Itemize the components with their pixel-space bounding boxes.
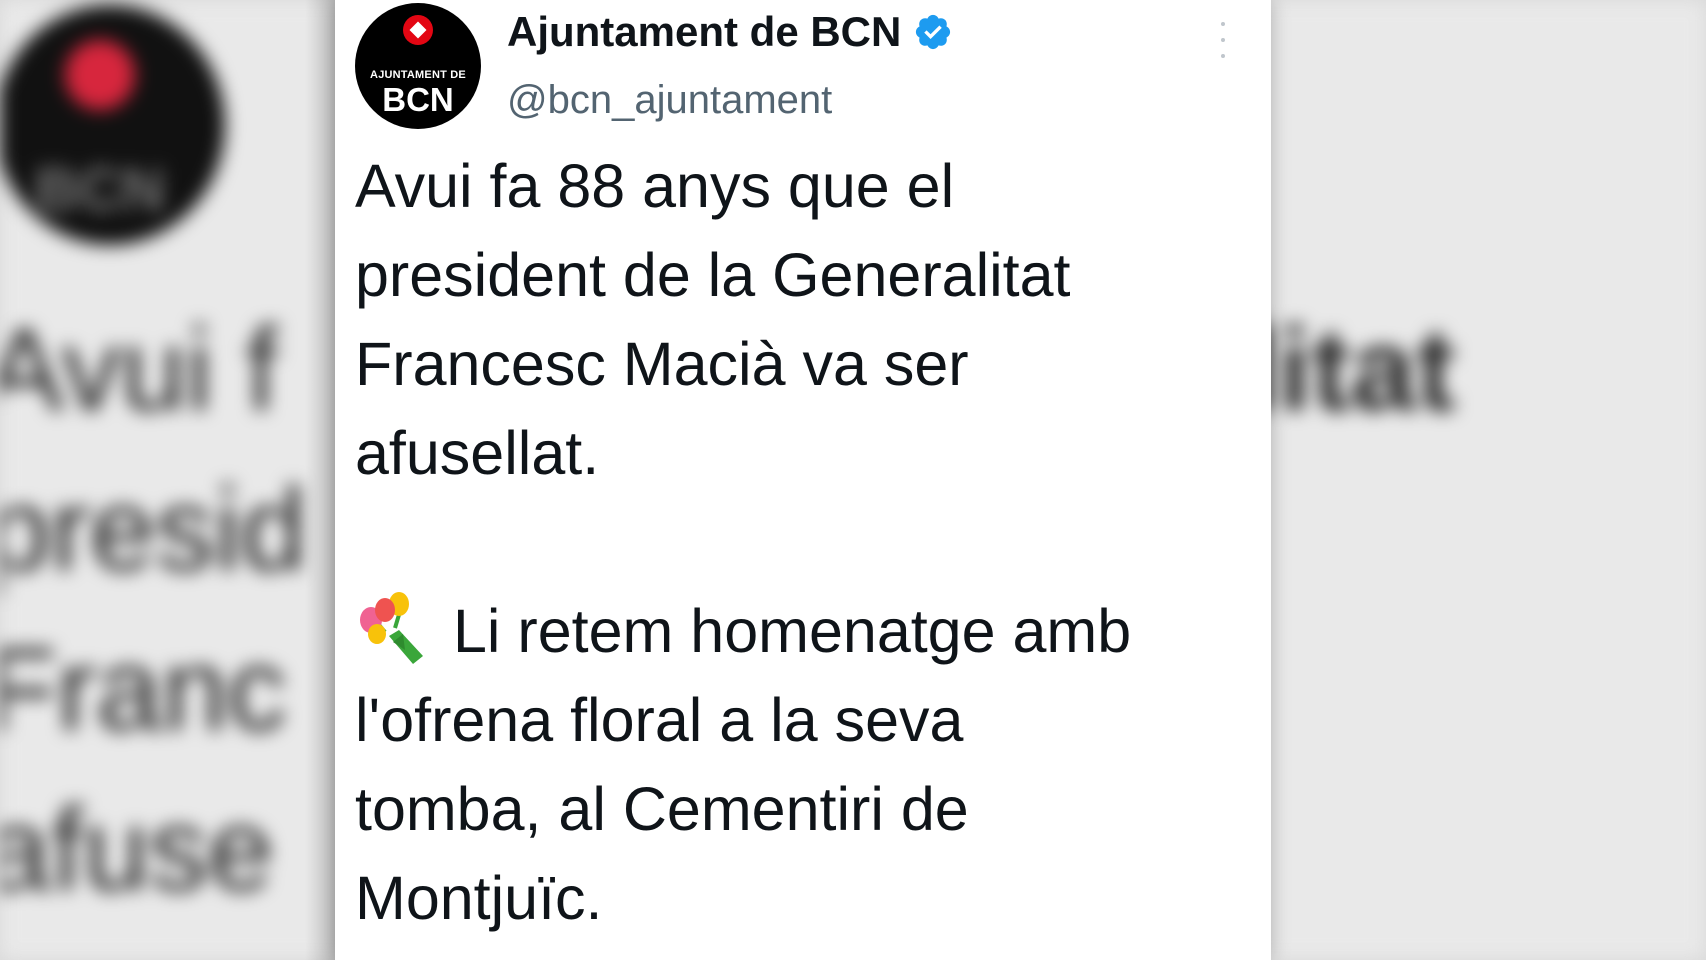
blurred-avatar: BCN bbox=[0, 5, 225, 245]
tweet-line-with-icon: Li retem homenatge amb bbox=[355, 587, 1255, 676]
verified-badge-icon bbox=[916, 14, 951, 50]
tweet-line: afusellat. bbox=[355, 419, 600, 487]
tweet-line: Montjuïc. bbox=[355, 864, 603, 932]
tweet-line: Francesc Macià va ser bbox=[355, 330, 969, 398]
blurred-line: Franc bbox=[0, 624, 287, 756]
blurred-line: afuse bbox=[0, 784, 274, 916]
author-name-row: Ajuntament de BCN bbox=[507, 8, 953, 56]
blurred-avatar-dot bbox=[65, 40, 135, 110]
blurred-text-left: Avui f presid Franc afuse bbox=[0, 290, 306, 930]
city-emblem-icon bbox=[403, 15, 433, 45]
avatar-small-text: AJUNTAMENT DE bbox=[370, 69, 466, 81]
tweet-line: l'ofrena floral a la seva bbox=[355, 686, 964, 754]
blurred-avatar-text: BCN bbox=[35, 156, 165, 223]
blurred-line: presid bbox=[0, 464, 307, 596]
tweet-line: Li retem homenatge amb bbox=[453, 597, 1132, 665]
screenshot-stage: BCN Avui fpresidFrancafuse alitatr AJUNT… bbox=[0, 0, 1706, 960]
tweet-line: president de la Generalitat bbox=[355, 241, 1071, 309]
user-handle[interactable]: @bcn_ajuntament bbox=[507, 78, 832, 123]
blurred-line: Avui f bbox=[0, 304, 278, 436]
tweet-line: Avui fa 88 anys que el bbox=[355, 152, 955, 220]
tweet-card: AJUNTAMENT DE BCN Ajuntament de BCN @bcn… bbox=[335, 0, 1271, 960]
more-dot bbox=[1221, 54, 1225, 58]
bouquet-icon bbox=[360, 591, 423, 664]
more-dot bbox=[1221, 38, 1225, 42]
tweet-text: Avui fa 88 anys que el president de la G… bbox=[355, 142, 1255, 943]
more-options-icon[interactable] bbox=[1215, 22, 1231, 58]
more-dot bbox=[1221, 22, 1225, 26]
card-shadow bbox=[305, 0, 335, 960]
avatar[interactable]: AJUNTAMENT DE BCN bbox=[355, 3, 481, 129]
display-name[interactable]: Ajuntament de BCN bbox=[507, 8, 901, 56]
avatar-big-text: BCN bbox=[382, 81, 454, 118]
tweet-line: tomba, al Cementiri de bbox=[355, 775, 969, 843]
